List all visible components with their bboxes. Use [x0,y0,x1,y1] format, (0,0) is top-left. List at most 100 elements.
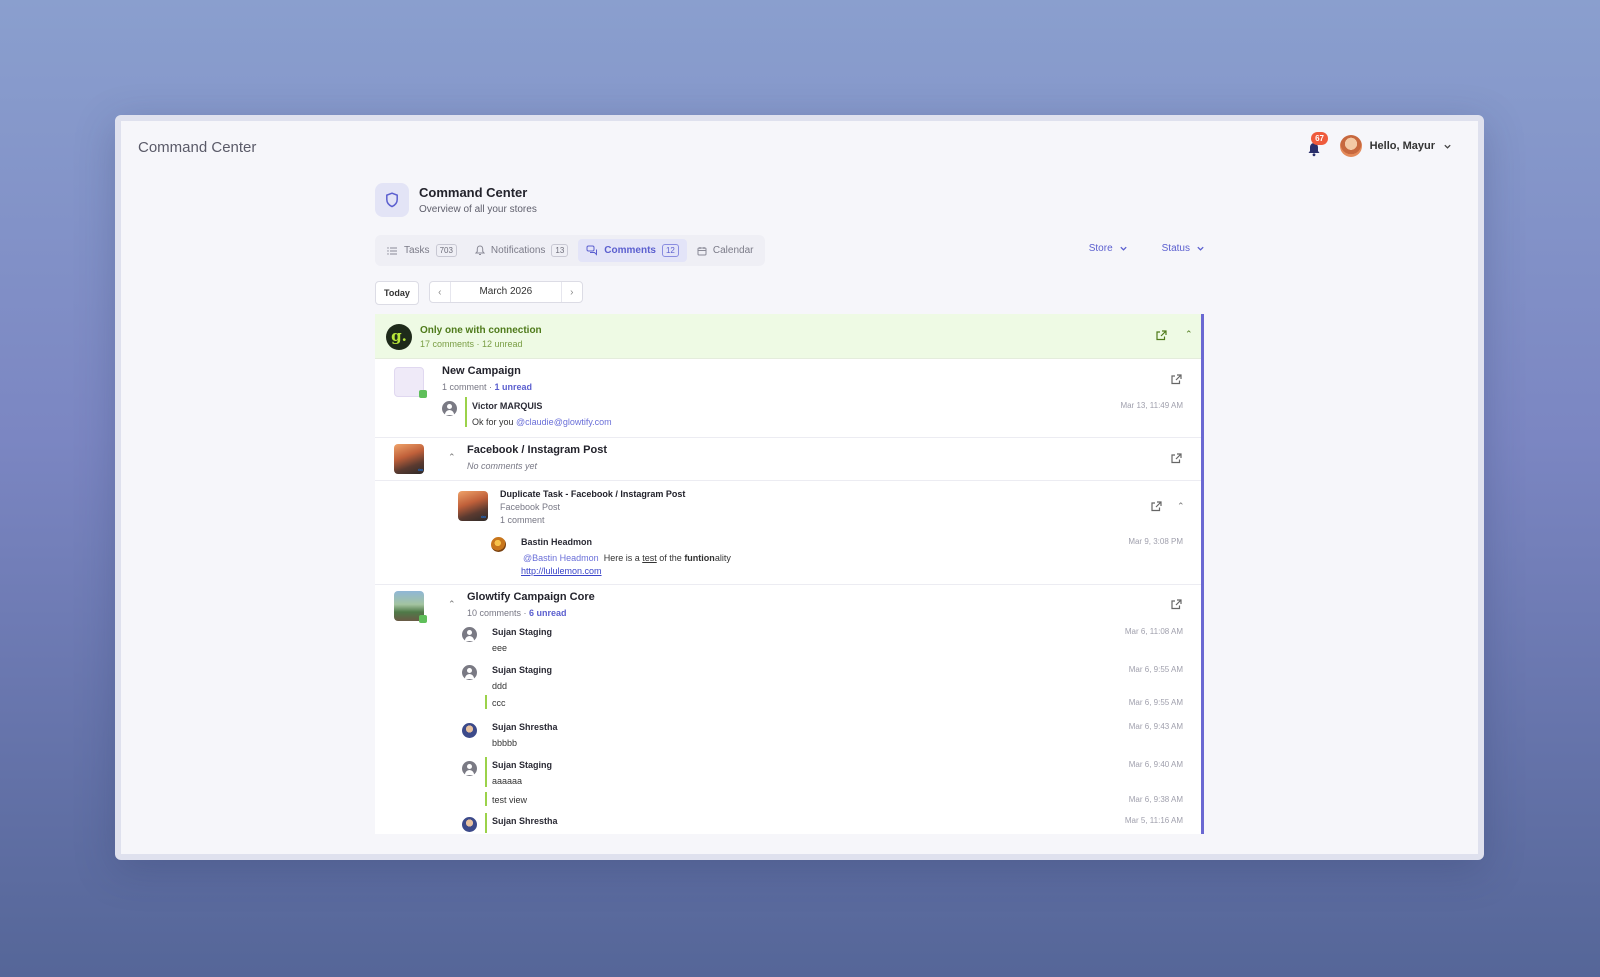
tab-label: Calendar [712,245,754,256]
comment-text: aaaaaa [492,776,523,786]
comment-time: Mar 6, 9:40 AM [1128,760,1183,769]
tab-notifications[interactable]: Notifications 13 [467,239,576,262]
avatar [462,723,477,738]
external-link-icon[interactable] [1171,599,1182,610]
unread-count: 1 unread [494,382,533,392]
task-title[interactable]: New Campaign [442,365,521,377]
comment-body: ality [714,553,731,563]
filters: Store Status [1089,243,1205,254]
store-filter-label: Store [1088,243,1113,254]
unread-indicator [485,695,487,709]
chevron-up-icon[interactable]: ⌃ [448,599,456,610]
comment-bold: funtion [684,553,715,563]
status-filter[interactable]: Status [1162,243,1205,254]
chevron-up-icon[interactable]: ⌃ [448,452,456,463]
comment-text: ddd [492,681,508,691]
chevron-up-icon[interactable]: ⌃ [1177,501,1185,512]
comment-author: Bastin Headmon [521,537,593,547]
comment-time: Mar 13, 11:49 AM [1120,401,1183,410]
comment-count: 10 comments [467,608,522,618]
external-link-icon[interactable] [1151,501,1162,512]
comment-text: eee [492,643,508,653]
comment-author: Sujan Staging [492,760,553,770]
avatar [462,665,477,680]
task-title[interactable]: Duplicate Task - Facebook / Instagram Po… [500,489,685,499]
avatar [462,627,477,642]
page-title: Command Center [419,185,528,200]
task-meta: 1 comment · 1 unread [442,382,533,392]
mention[interactable]: @Bastin Headmon [523,553,599,563]
meta-icon: ∞ [481,514,486,521]
task-facebook-post: ∞ ⌃ Facebook / Instagram Post No comment… [375,438,1201,481]
comment-time: Mar 6, 9:38 AM [1128,795,1183,804]
external-link-icon[interactable] [1171,453,1182,464]
comment-author: Sujan Staging [492,627,553,637]
chevron-left-icon[interactable]: ‹ [430,287,450,298]
main-content: Command Center Overview of all your stor… [375,183,1205,305]
page-subtitle: Overview of all your stores [419,204,537,215]
status-filter-label: Status [1161,243,1190,254]
tab-count: 13 [551,244,569,257]
store-badge-icon [419,615,427,623]
list-icon [387,246,397,255]
task-meta: 10 comments · 6 unread [467,608,567,618]
date-bar: Today ‹ March 2026 › [375,281,583,305]
tab-comments[interactable]: Comments 12 [578,239,687,262]
comment-time: Mar 6, 9:43 AM [1128,722,1183,731]
store-filter[interactable]: Store [1089,243,1128,254]
tab-count: 12 [661,244,679,257]
comment-body: Ok for you [472,417,514,427]
tab-calendar[interactable]: Calendar [689,239,762,262]
external-link-icon[interactable] [1156,330,1167,341]
comment-time: Mar 6, 9:55 AM [1128,698,1183,707]
comment-time: Mar 9, 3:08 PM [1128,537,1183,546]
comment-text: @Bastin Headmon Here is a test of the fu… [523,553,731,563]
comment-link[interactable]: http://lululemon.com [521,566,602,576]
avatar [462,761,477,776]
comment-body: of the [659,553,682,563]
avatar [462,817,477,832]
bell-icon [474,245,485,255]
month-navigator: ‹ March 2026 › [428,281,583,303]
app-title: Command Center [138,139,257,156]
tab-count: 703 [435,244,457,257]
page-header: Command Center Overview of all your stor… [375,183,1205,228]
comment-author: Sujan Shrestha [492,722,558,732]
comments-list: g. Only one with connection 17 comments … [375,314,1204,834]
unread-indicator [485,757,487,787]
comment-count: 1 comment [442,382,487,392]
avatar [491,537,506,552]
task-title[interactable]: Glowtify Campaign Core [467,591,595,603]
task-title[interactable]: Facebook / Instagram Post [467,444,607,456]
chevron-right-icon[interactable]: › [562,287,582,298]
tab-tasks[interactable]: Tasks 703 [379,239,465,262]
chevron-up-icon[interactable]: ⌃ [1185,329,1193,340]
comment-time: Mar 5, 11:16 AM [1124,816,1183,825]
calendar-icon [697,246,707,255]
comment-count: 1 comment [500,515,545,525]
comment-author: Victor MARQUIS [472,401,543,411]
month-label: March 2026 [449,282,562,302]
comment-time: Mar 6, 9:55 AM [1128,665,1183,674]
user-menu[interactable]: Hello, Mayur [1339,135,1452,157]
task-subtitle: Facebook Post [500,502,561,512]
unread-indicator [485,813,487,833]
avatar [442,401,457,416]
comment-time: Mar 6, 11:08 AM [1124,627,1183,636]
store-meta: 17 comments · 12 unread [420,339,523,349]
task-new-campaign: New Campaign 1 comment · 1 unread Victor… [375,359,1201,438]
store-name: Only one with connection [420,325,542,336]
unread-indicator [465,397,467,427]
chevron-down-icon [1119,246,1127,251]
comment-text: ccc [492,698,506,708]
comment-author: Sujan Staging [492,665,553,675]
store-group-header[interactable]: g. Only one with connection 17 comments … [375,314,1201,359]
store-badge-icon [419,390,427,398]
today-button[interactable]: Today [375,281,419,305]
store-logo: g. [386,324,412,350]
chevron-down-icon [1197,246,1204,251]
external-link-icon[interactable] [1171,374,1182,385]
notification-count-badge: 67 [1311,132,1328,145]
empty-comments: No comments yet [467,461,538,471]
mention[interactable]: @claudie@glowtify.com [516,417,612,427]
